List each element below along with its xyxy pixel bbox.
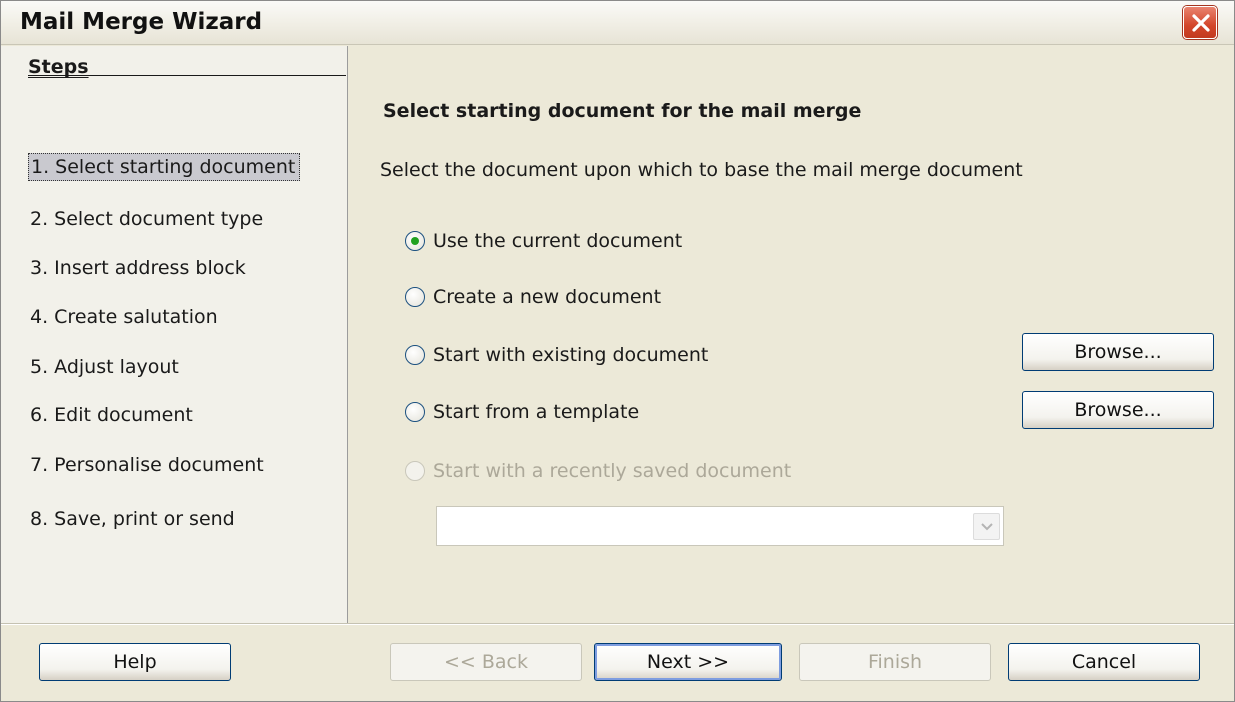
mail-merge-wizard-dialog: Mail Merge Wizard Steps 1. Select starti… <box>0 0 1235 702</box>
chevron-down-icon <box>981 523 993 531</box>
step-select-starting-document[interactable]: 1. Select starting document <box>28 153 301 181</box>
steps-divider <box>28 75 346 76</box>
step-adjust-layout[interactable]: 5. Adjust layout <box>28 354 183 380</box>
radio-create-new-document[interactable] <box>405 287 425 307</box>
option-start-from-template[interactable]: Start from a template <box>405 400 639 424</box>
step-personalise-document[interactable]: 7. Personalise document <box>28 452 268 478</box>
step-edit-document[interactable]: 6. Edit document <box>28 402 197 428</box>
recent-documents-select <box>436 506 1004 546</box>
step-select-document-type[interactable]: 2. Select document type <box>28 206 267 232</box>
radio-start-recently-saved <box>405 461 425 481</box>
option-start-existing-document[interactable]: Start with existing document <box>405 343 708 367</box>
recent-documents-dropdown <box>973 513 1000 540</box>
step-insert-address-block[interactable]: 3. Insert address block <box>28 255 250 281</box>
back-button: << Back <box>390 643 582 681</box>
footer-divider <box>1 623 1234 625</box>
radio-use-current-document[interactable] <box>405 231 425 251</box>
page-title: Select starting document for the mail me… <box>383 100 862 122</box>
radio-start-from-template[interactable] <box>405 402 425 422</box>
option-label: Start with existing document <box>433 344 709 366</box>
help-button[interactable]: Help <box>39 643 231 681</box>
steps-pane <box>1 46 348 623</box>
cancel-button[interactable]: Cancel <box>1008 643 1200 681</box>
page-description: Select the document upon which to base t… <box>380 159 1023 181</box>
step-save-print-send[interactable]: 8. Save, print or send <box>28 506 239 532</box>
option-label: Use the current document <box>433 230 683 252</box>
option-create-new-document[interactable]: Create a new document <box>405 285 661 309</box>
option-start-recently-saved: Start with a recently saved document <box>405 459 791 483</box>
next-button[interactable]: Next >> <box>594 643 782 681</box>
close-button[interactable] <box>1183 6 1217 39</box>
radio-start-existing-document[interactable] <box>405 345 425 365</box>
option-label: Create a new document <box>433 286 662 308</box>
finish-button: Finish <box>799 643 991 681</box>
option-label: Start from a template <box>433 401 640 423</box>
option-use-current-document[interactable]: Use the current document <box>405 229 682 253</box>
option-label: Start with a recently saved document <box>433 460 792 482</box>
step-create-salutation[interactable]: 4. Create salutation <box>28 304 222 330</box>
browse-template-button[interactable]: Browse... <box>1022 391 1214 429</box>
window-title: Mail Merge Wizard <box>20 9 263 35</box>
close-icon <box>1192 14 1210 32</box>
title-bar[interactable]: Mail Merge Wizard <box>1 1 1234 45</box>
browse-existing-button[interactable]: Browse... <box>1022 333 1214 371</box>
